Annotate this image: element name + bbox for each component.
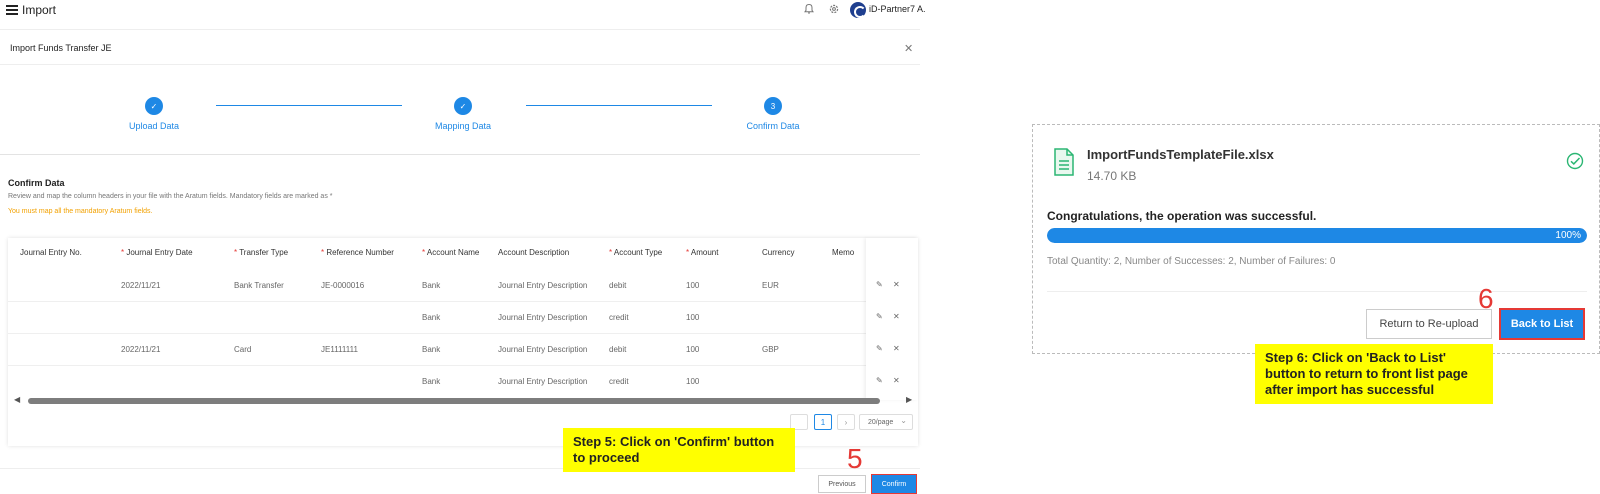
table-cell: credit: [609, 377, 629, 386]
step-upload-check-icon: ✓: [145, 97, 163, 115]
row-divider: [8, 365, 866, 366]
menu-icon[interactable]: [6, 5, 18, 15]
previous-button[interactable]: Previous: [818, 475, 866, 493]
table-cell: Bank: [422, 377, 441, 386]
table-cell: debit: [609, 345, 627, 354]
column-header: Memo: [832, 248, 855, 257]
top-bar: Import iD-Partner7 A.: [0, 0, 926, 22]
progress-label: 100%: [1555, 230, 1581, 241]
table-cell: Bank: [422, 313, 441, 322]
return-to-reupload-button[interactable]: Return to Re-upload: [1366, 309, 1492, 339]
confirm-data-table: Journal Entry No. * Journal Entry Date *…: [8, 238, 918, 446]
confirm-data-description: Review and map the column headers in you…: [8, 193, 333, 200]
table-cell: Journal Entry Description: [498, 345, 588, 354]
step-upload-label: Upload Data: [128, 121, 180, 131]
confirm-button[interactable]: Confirm: [871, 474, 917, 494]
result-divider: [1047, 291, 1587, 292]
table-cell: JE1111111: [321, 345, 358, 354]
scroll-right-arrow-icon[interactable]: ▶: [906, 395, 912, 404]
file-size: 14.70 KB: [1087, 169, 1137, 183]
table-cell: Card: [234, 345, 252, 354]
delete-icon[interactable]: ✕: [893, 376, 900, 385]
column-header: * Amount: [686, 248, 719, 257]
success-message: Congratulations, the operation was succe…: [1047, 209, 1317, 223]
file-icon: [1054, 148, 1074, 176]
table-cell: credit: [609, 313, 629, 322]
section-divider: [0, 154, 920, 155]
column-header: * Transfer Type: [234, 248, 289, 257]
edit-icon[interactable]: ✎: [876, 280, 883, 289]
file-name: ImportFundsTemplateFile.xlsx: [1087, 147, 1274, 162]
import-app: Import iD-Partner7 A. Import Funds Trans…: [0, 0, 926, 494]
page-size-select[interactable]: 20/page: [859, 414, 913, 430]
delete-icon[interactable]: ✕: [893, 312, 900, 321]
step-confirm-label: Confirm Data: [746, 121, 800, 131]
row-actions-column: ✎ ✕ ✎ ✕ ✎ ✕ ✎ ✕: [866, 238, 918, 400]
delete-icon[interactable]: ✕: [893, 280, 900, 289]
step6-annotation: Step 6: Click on 'Back to List' button t…: [1255, 344, 1493, 404]
back-to-list-button[interactable]: Back to List: [1499, 308, 1585, 340]
column-header: Currency: [762, 248, 795, 257]
table-cell: 100: [686, 313, 700, 322]
gear-icon[interactable]: [828, 3, 840, 15]
check-circle-icon: [1566, 152, 1584, 170]
import-summary: Total Quantity: 2, Number of Successes: …: [1047, 256, 1336, 267]
table-cell: 100: [686, 345, 700, 354]
progress-bar: 100%: [1047, 228, 1587, 243]
table-cell: 100: [686, 377, 700, 386]
bell-icon[interactable]: [803, 3, 815, 15]
mandatory-warning: You must map all the mandatory Aratum fi…: [8, 208, 153, 215]
import-result-panel: ImportFundsTemplateFile.xlsx 14.70 KB Co…: [1032, 124, 1600, 354]
table-cell: Bank: [422, 345, 441, 354]
step-connector: [216, 105, 402, 106]
table-cell: 2022/11/21: [121, 345, 161, 354]
step6-number: 6: [1478, 283, 1494, 314]
user-name[interactable]: iD-Partner7 A.: [869, 4, 926, 14]
step5-number: 5: [847, 443, 863, 474]
table-cell: GBP: [762, 345, 779, 354]
delete-icon[interactable]: ✕: [893, 344, 900, 353]
column-header: Journal Entry No.: [20, 248, 82, 257]
column-header: * Account Name: [422, 248, 480, 257]
pagination-page[interactable]: 1: [814, 414, 832, 430]
edit-icon[interactable]: ✎: [876, 344, 883, 353]
table-cell: JE-0000016: [321, 281, 365, 290]
table-cell: EUR: [762, 281, 779, 290]
step-confirm-number: 3: [764, 97, 782, 115]
progress-fill: [1047, 228, 1587, 243]
table-cell: Journal Entry Description: [498, 281, 588, 290]
confirm-data-title: Confirm Data: [8, 178, 65, 188]
column-header: Account Description: [498, 248, 570, 257]
table-cell: Bank: [422, 281, 441, 290]
edit-icon[interactable]: ✎: [876, 312, 883, 321]
avatar[interactable]: [850, 2, 866, 18]
step-mapping-label: Mapping Data: [434, 121, 492, 131]
dialog-divider: [0, 64, 920, 65]
close-icon[interactable]: ✕: [904, 42, 913, 55]
column-header: * Account Type: [609, 248, 663, 257]
table-cell: 100: [686, 281, 700, 290]
table-cell: 2022/11/21: [121, 281, 161, 290]
table-cell: Journal Entry Description: [498, 313, 588, 322]
step-mapping-check-icon: ✓: [454, 97, 472, 115]
table-cell: debit: [609, 281, 627, 290]
column-header: * Reference Number: [321, 248, 394, 257]
horizontal-scrollbar[interactable]: [28, 398, 880, 404]
row-divider: [8, 333, 866, 334]
header-divider: [0, 29, 920, 30]
app-title: Import: [22, 3, 57, 17]
column-header: * Journal Entry Date: [121, 248, 193, 257]
step-connector: [526, 105, 712, 106]
table-cell: Journal Entry Description: [498, 377, 588, 386]
table-cell: Bank Transfer: [234, 281, 284, 290]
step5-annotation: Step 5: Click on 'Confirm' button to pro…: [563, 428, 795, 472]
scroll-left-arrow-icon[interactable]: ◀: [14, 395, 20, 404]
pagination-next-button[interactable]: ›: [837, 414, 855, 430]
edit-icon[interactable]: ✎: [876, 376, 883, 385]
dialog-title: Import Funds Transfer JE: [10, 43, 112, 53]
row-divider: [8, 301, 866, 302]
